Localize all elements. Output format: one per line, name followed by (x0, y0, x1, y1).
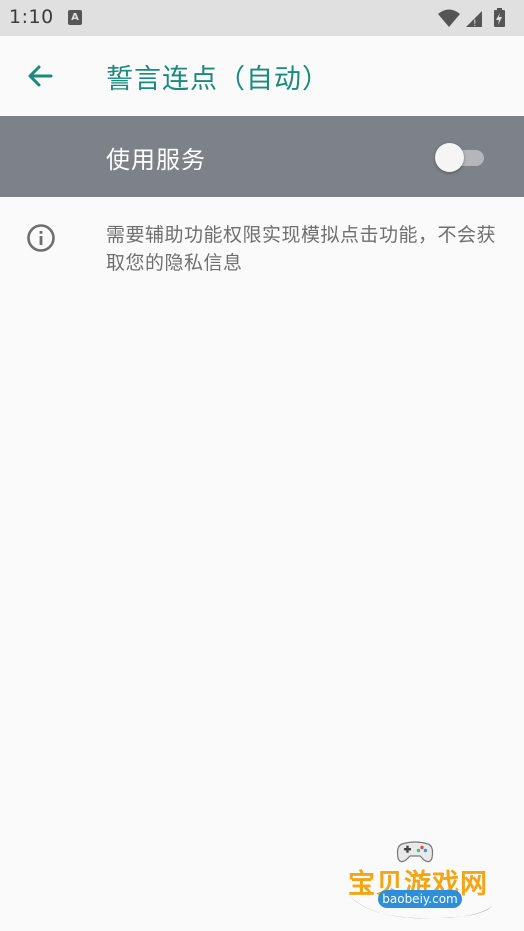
a-notification-icon: A (68, 10, 82, 25)
use-service-label: 使用服务 (106, 146, 206, 174)
status-time: 1:10 (9, 6, 54, 28)
app-bar: 誓言连点（自动） (0, 36, 524, 116)
info-text: 需要辅助功能权限实现模拟点击功能，不会获取您的隐私信息 (106, 224, 497, 274)
back-button[interactable] (18, 54, 62, 98)
accessibility-settings-screen: 1:10 A ! 誓言连点（自动） 使用服务 需要辅助功能权限实现模拟点击功能，… (0, 0, 524, 931)
toggle-thumb (435, 143, 464, 172)
gamepad-icon (396, 841, 434, 863)
status-icons: ! (438, 8, 514, 28)
signal-icon: ! (466, 11, 482, 28)
battery-charging-icon (494, 8, 505, 27)
use-service-row[interactable]: 使用服务 (0, 116, 524, 197)
info-icon (27, 224, 55, 252)
wifi-icon (438, 9, 460, 27)
watermark-site: baobeiy.com (378, 890, 462, 908)
page-title: 誓言连点（自动） (106, 64, 330, 95)
use-service-toggle[interactable] (434, 143, 486, 172)
info-section: 需要辅助功能权限实现模拟点击功能，不会获取您的隐私信息 (0, 197, 524, 297)
watermark-logo: 宝贝游戏网 baobeiy.com (344, 836, 494, 926)
status-bar: 1:10 A ! (0, 0, 524, 36)
arrow-left-icon (28, 65, 53, 87)
svg-text:!: ! (473, 19, 477, 28)
